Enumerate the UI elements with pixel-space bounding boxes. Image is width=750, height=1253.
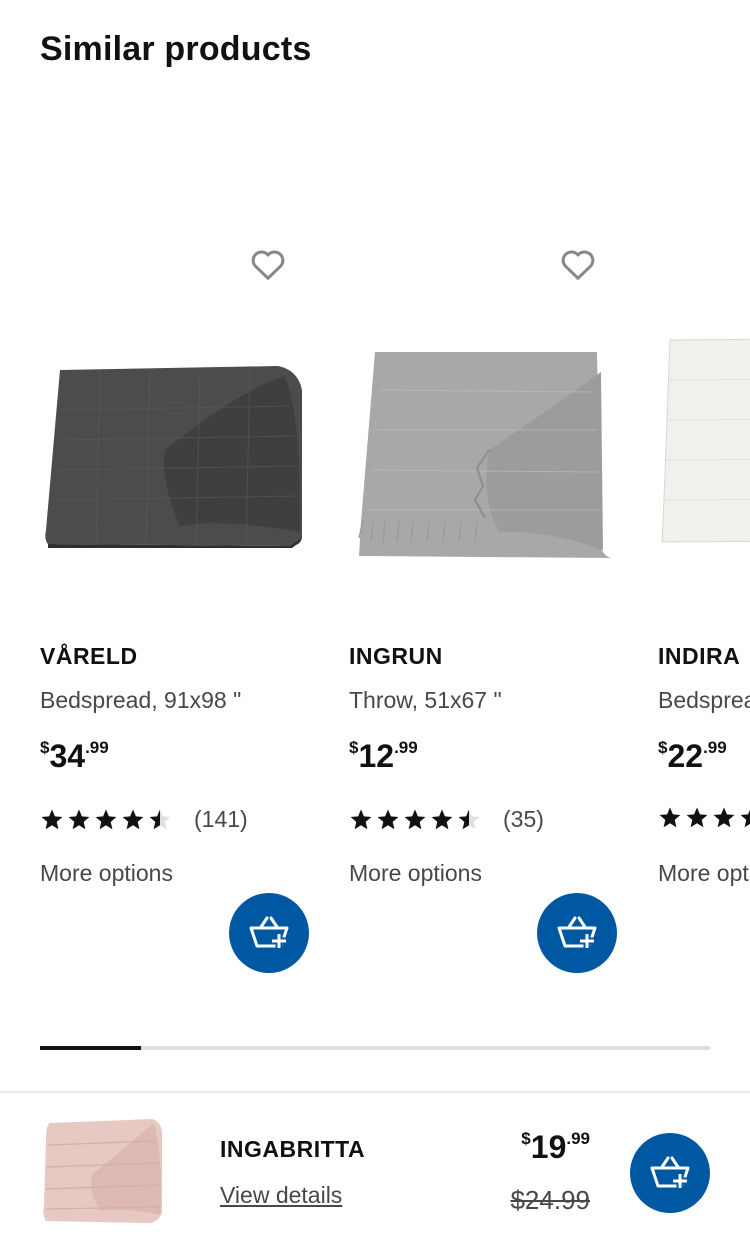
sticky-product-old-price: $24.99 [510, 1185, 590, 1215]
sticky-product-name: INGABRITTA [220, 1136, 366, 1162]
product-price: $34.99 [40, 738, 109, 774]
add-to-cart-button[interactable] [537, 893, 617, 973]
add-to-cart-icon [650, 1156, 690, 1189]
more-options-link[interactable]: More options [40, 860, 173, 887]
product-image[interactable] [658, 300, 750, 580]
product-name[interactable]: VÅRELD [40, 643, 138, 670]
section-title: Similar products [40, 30, 312, 68]
product-price: $22.99 [658, 738, 727, 774]
product-name[interactable]: INGRUN [349, 643, 443, 670]
add-to-cart-button[interactable] [229, 893, 309, 973]
heart-outline-icon [251, 250, 285, 280]
similar-products-carousel[interactable]: VÅRELD Bedspread, 91x98 " $34.99 (141) M… [0, 230, 750, 990]
product-rating[interactable]: (141) [40, 806, 248, 833]
star-icon [404, 809, 426, 829]
product-rating[interactable] [658, 806, 750, 830]
favorite-button[interactable] [558, 244, 598, 284]
product-rating[interactable]: (35) [349, 806, 544, 833]
product-price: $12.99 [349, 738, 418, 774]
product-image[interactable] [349, 300, 639, 580]
star-icon [95, 809, 117, 829]
review-count: (35) [503, 806, 544, 832]
star-icon [149, 809, 171, 829]
star-icon [122, 809, 144, 829]
review-count: (141) [194, 806, 248, 832]
star-rating [658, 806, 750, 830]
carousel-scrollbar[interactable] [40, 1046, 710, 1050]
product-description: Throw, 51x67 " [349, 687, 502, 713]
star-icon [713, 807, 735, 828]
product-description: Bedspread, 91x98 " [40, 687, 242, 713]
star-icon [350, 809, 372, 829]
sticky-product-bar: INGABRITTA View details $19.99 $24.99 [0, 1093, 750, 1253]
add-to-cart-button[interactable] [630, 1133, 710, 1213]
product-name[interactable]: INDIRA [658, 643, 740, 670]
star-icon [659, 807, 681, 828]
product-image[interactable] [40, 300, 330, 580]
star-rating [40, 808, 172, 832]
star-rating [349, 808, 481, 832]
star-icon [41, 809, 63, 829]
star-icon [68, 809, 90, 829]
star-icon [431, 809, 453, 829]
product-description: Bedspread [658, 687, 750, 713]
star-icon [686, 807, 708, 828]
add-to-cart-icon [557, 916, 597, 949]
star-icon [740, 809, 750, 828]
more-options-link[interactable]: More options [349, 860, 482, 887]
product-card[interactable]: INGRUN Throw, 51x67 " $12.99 (35) More o… [349, 230, 639, 990]
carousel-scroll-thumb[interactable] [40, 1046, 141, 1050]
more-options-link[interactable]: More options [658, 860, 750, 887]
product-card[interactable]: VÅRELD Bedspread, 91x98 " $34.99 (141) M… [40, 230, 330, 990]
sticky-product-price: $19.99 [521, 1129, 590, 1165]
favorite-button[interactable] [248, 244, 288, 284]
sticky-product-image[interactable] [40, 1115, 166, 1227]
heart-outline-icon [561, 250, 595, 280]
product-card[interactable]: INDIRA Bedspread $22.99 More options [658, 230, 750, 990]
star-icon [377, 809, 399, 829]
add-to-cart-icon [249, 916, 289, 949]
star-icon [458, 809, 480, 829]
view-details-link[interactable]: View details [220, 1182, 342, 1209]
